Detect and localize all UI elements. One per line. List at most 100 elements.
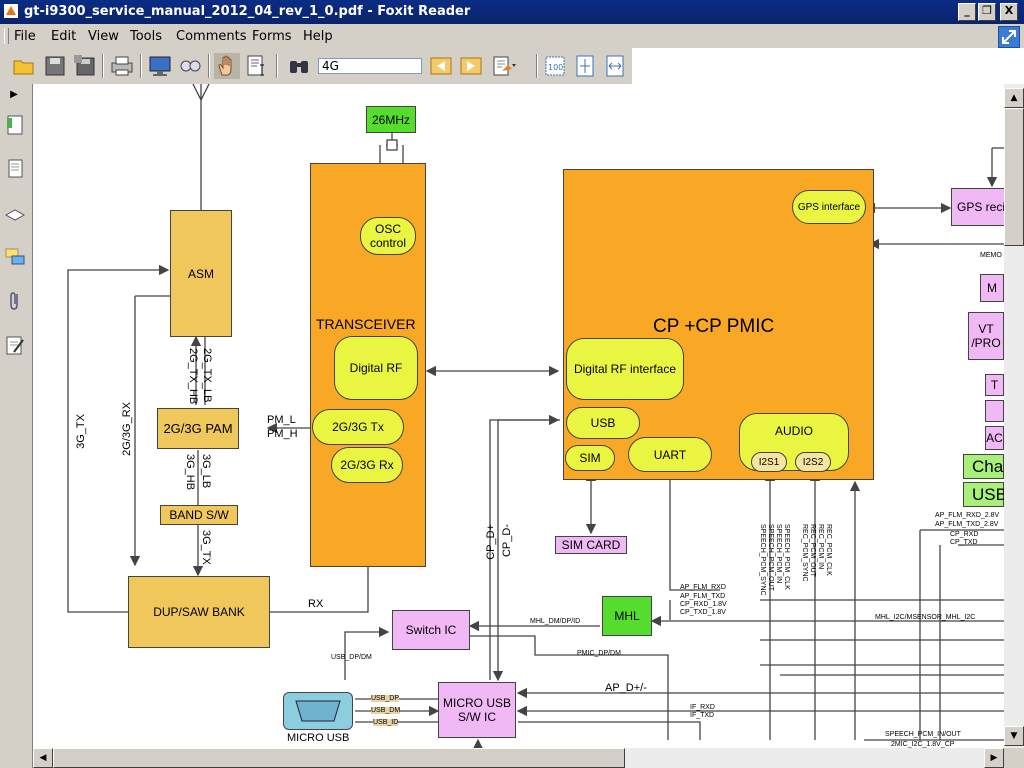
menu-comments[interactable]: Comments (176, 29, 246, 44)
ap-flm-rxd-label: AP_FLM_RXD (680, 584, 726, 591)
horizontal-scrollbar[interactable]: ◀ ▶ (33, 748, 1004, 768)
comments-icon[interactable] (4, 246, 26, 268)
toolbar-separator (140, 54, 142, 78)
usb-port-block: USB (566, 407, 640, 439)
zoom-icon[interactable] (177, 53, 203, 79)
layers-icon[interactable] (4, 202, 26, 224)
pm-l-label: PM_L (267, 414, 296, 426)
toolbar-separator (536, 54, 538, 78)
speech-pcm-in-label: SPEECH_PCM_IN (775, 524, 782, 584)
rec-pcm-clk-label: REC_PCM_CLK (825, 524, 832, 576)
minimize-button[interactable]: _ (958, 3, 976, 21)
3g-lb-label: 3G_LB (200, 454, 212, 489)
find-icon[interactable] (286, 53, 312, 79)
horizontal-scroll-thumb[interactable] (53, 748, 625, 768)
search-input[interactable] (318, 58, 422, 74)
pages-icon[interactable] (4, 158, 26, 180)
save-as-icon[interactable] (72, 53, 98, 79)
ap-dpm-label: AP_D+/- (605, 682, 647, 694)
menu-help[interactable]: Help (303, 29, 333, 44)
menu-bar: File Edit View Tools Comments Forms Help (0, 24, 1024, 48)
bookmarks-icon[interactable] (4, 114, 26, 136)
ap-flm-txd28-label: AP_FLM_TXD_2.8V (935, 521, 999, 528)
speech-pcm-out-label: SPEECH_PCM_OUT (767, 524, 774, 591)
pmic-dpdm-label: PMIC_DP/DM (577, 650, 621, 657)
charger-block: Cha (963, 454, 1004, 479)
search-options-icon[interactable] (490, 53, 516, 79)
band-switch-block: BAND S/W (160, 505, 238, 525)
next-result-icon[interactable] (458, 53, 484, 79)
scroll-down-icon[interactable]: ▼ (1004, 726, 1024, 746)
navigation-panel: ▶ (0, 84, 33, 768)
attachments-icon[interactable] (4, 290, 26, 312)
menu-forms[interactable]: Forms (252, 29, 292, 44)
window-title: gt-i9300_service_manual_2012_04_rev_1_0.… (24, 4, 471, 19)
save-icon[interactable] (42, 53, 68, 79)
close-button[interactable]: X (1000, 3, 1018, 21)
document-view[interactable]: 26MHz TRANSCEIVER OSC control Digital RF… (33, 84, 1004, 748)
digital-rf-interface-block: Digital RF interface (566, 338, 684, 400)
tx-2g3g-block: 2G/3G Tx (312, 409, 404, 445)
speech-pcm-sync-label: SPEECH_PCM_SYNC (759, 524, 766, 596)
2g-tx-hb-label: 2G_TX_HB (187, 348, 199, 405)
restore-button[interactable]: ❐ (978, 3, 996, 21)
vertical-scrollbar[interactable]: ▲ ▼ (1004, 84, 1024, 748)
scroll-right-icon[interactable]: ▶ (984, 748, 1004, 768)
toolbar-separator (208, 54, 210, 78)
expand-icon[interactable] (998, 26, 1020, 48)
pam-block: 2G/3G PAM (157, 408, 239, 449)
open-icon[interactable] (11, 53, 37, 79)
menu-tools[interactable]: Tools (130, 29, 162, 44)
main-toolbar: 100 (0, 48, 632, 84)
right-m-block: M (980, 274, 1004, 302)
vertical-scroll-thumb[interactable] (1004, 108, 1024, 246)
osc-control-block: OSC control (360, 217, 416, 255)
cp-pmic-label: CP +CP PMIC (653, 316, 775, 337)
rx-label: RX (308, 598, 324, 610)
cp-dplus-label: CP_D+ (485, 524, 497, 560)
full-screen-icon[interactable] (147, 53, 173, 79)
micro-usb-label: MICRO USB (287, 732, 350, 744)
foxit-app-icon (4, 4, 18, 18)
scroll-up-icon[interactable]: ▲ (1004, 88, 1024, 108)
menu-edit[interactable]: Edit (51, 29, 76, 44)
if-txd-label: IF_TXD (690, 712, 715, 719)
signatures-icon[interactable] (4, 334, 26, 356)
sim-port-block: SIM (565, 445, 615, 471)
ap-flm-txd-label: AP_FLM_TXD (680, 593, 726, 600)
print-icon[interactable] (109, 53, 135, 79)
menu-file[interactable]: File (14, 29, 36, 44)
mhl-i2c-label: MHL_I2C/MSENSOR_MHL_I2C (875, 614, 976, 621)
fit-width-icon[interactable] (602, 53, 628, 79)
usb-right-block: USB (963, 482, 1004, 507)
rx-2g3g-block: 2G/3G Rx (331, 447, 403, 483)
dup-saw-bank-block: DUP/SAW BANK (128, 576, 270, 648)
micro-usb-connector-icon (283, 692, 353, 730)
ap-flm-rxd28-label: AP_FLM_RXD_2.8V (935, 512, 1000, 519)
micro-usb-switch-block: MICRO USB S/W IC (438, 682, 516, 738)
rec-pcm-out-label: REC_PCM_OUT (809, 524, 816, 577)
toolbar-separator (276, 54, 278, 78)
scroll-left-icon[interactable]: ◀ (33, 748, 53, 768)
menu-view[interactable]: View (88, 29, 119, 44)
osc-26mhz-block: 26MHz (366, 106, 416, 133)
previous-result-icon[interactable] (428, 53, 454, 79)
digital-rf-block: Digital RF (334, 336, 418, 400)
sim-card-block: SIM CARD (555, 536, 627, 554)
fit-page-icon[interactable] (572, 53, 598, 79)
asm-block: ASM (170, 210, 232, 337)
hand-tool-icon[interactable] (214, 53, 240, 79)
actual-size-icon[interactable]: 100 (542, 53, 568, 79)
2g3g-rx-label: 2G/3G_RX (121, 402, 133, 456)
panel-expand-arrow-icon[interactable]: ▶ (6, 86, 22, 104)
right-t-block: T (985, 374, 1004, 396)
2mic-i2c-label: 2MIC_I2C_1.8V_CP (891, 741, 955, 748)
cp-txd-label: CP_TXD (950, 539, 978, 546)
right-ac-block: AC (985, 426, 1004, 450)
menu-grip (4, 28, 9, 44)
right-vt-block: VT /PRO (968, 312, 1004, 360)
if-rxd-label: IF_RXD (690, 704, 715, 711)
cp-rxd-label: CP_RXD (950, 531, 979, 538)
text-select-icon[interactable] (244, 53, 270, 79)
scroll-corner (1004, 748, 1024, 768)
